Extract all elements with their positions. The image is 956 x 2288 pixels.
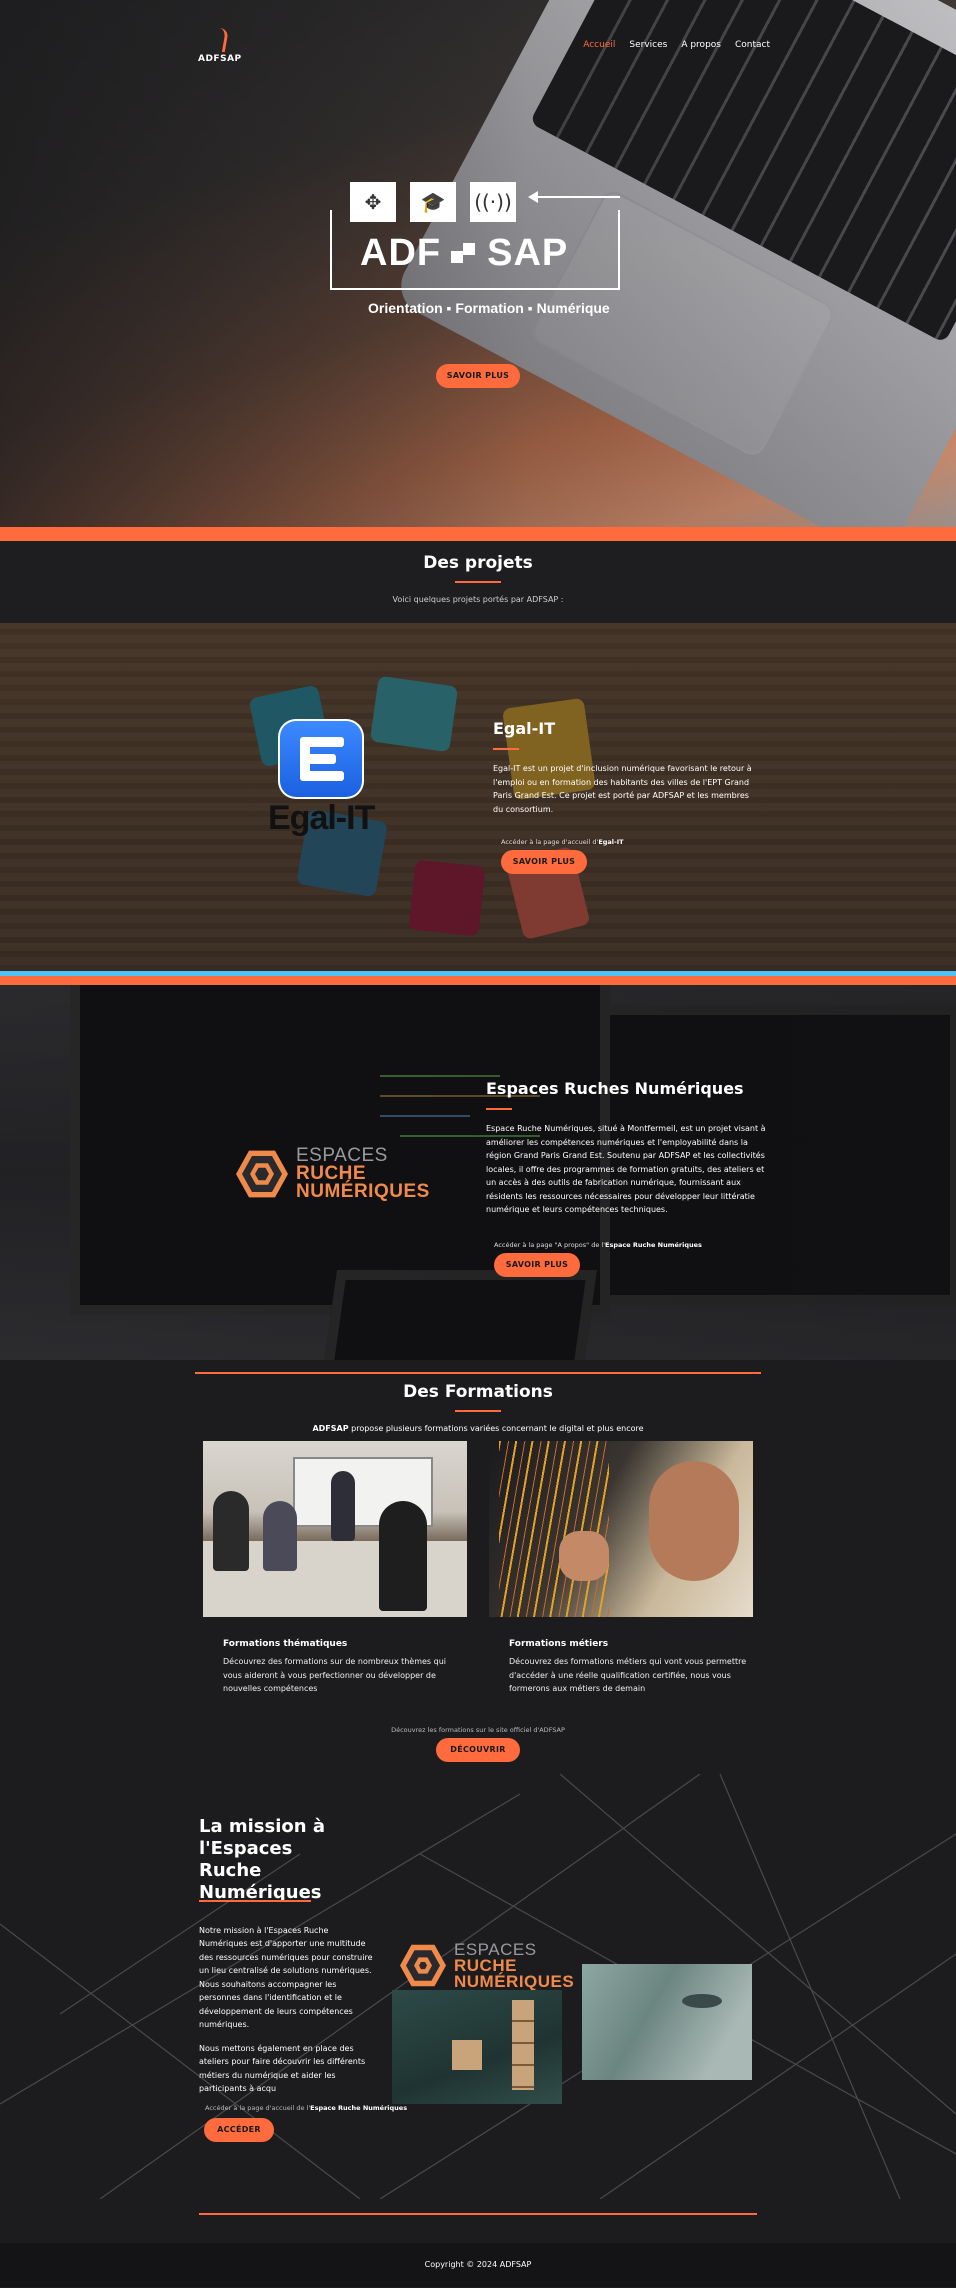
formation-card-title: Formations thématiques xyxy=(223,1639,348,1649)
formations-intro: ADFSAP propose plusieurs formations vari… xyxy=(312,1424,644,1433)
nav-item-services[interactable]: Services xyxy=(629,40,667,50)
mission-link-note: Accéder à la page d'accueil de l'Espace … xyxy=(205,2103,408,2112)
logo-left-text: ADF xyxy=(360,232,442,274)
projects-title: Des projets xyxy=(423,553,533,573)
ruche-title: Espaces Ruches Numériques xyxy=(486,1079,744,1098)
hero-tagline: Orientation ▪ Formation ▪ Numérique xyxy=(368,300,610,316)
egal-it-savoir-plus-button[interactable]: SAVOIR PLUS xyxy=(501,850,587,874)
nav-item-a-propos[interactable]: A propos xyxy=(681,40,721,50)
egal-it-icon xyxy=(278,719,365,799)
ruche-description: Espace Ruche Numériques, situé à Montfer… xyxy=(486,1124,766,1214)
face-photo xyxy=(582,1963,752,2080)
mission-section: La mission à l'Espaces Ruche Numériques … xyxy=(0,1773,956,2199)
acceder-button[interactable]: ACCÉDER xyxy=(204,2117,274,2142)
decouvrir-button[interactable]: DÉCOUVRIR xyxy=(436,1737,520,1762)
adfsap-hero-logo: ✥ 🎓 ((·)) ADF SAP Orientation ▪ Formatio… xyxy=(330,182,620,316)
hero-savoir-plus-button[interactable]: SAVOIR PLUS xyxy=(436,364,520,388)
egal-it-logo: Egal-IT xyxy=(268,719,375,838)
logo-right-text: SAP xyxy=(487,232,569,274)
orange-divider xyxy=(0,527,956,541)
formation-card: Formations métiers Découvrez des formati… xyxy=(489,1441,753,1696)
formation-card-title: Formations métiers xyxy=(509,1639,609,1649)
copyright-text: Copyright © 2024 ADFSAP xyxy=(424,2260,532,2269)
egal-it-logo-text: Egal-IT xyxy=(268,799,375,837)
hexagon-icon xyxy=(236,1148,288,1200)
formations-section: Des Formations ADFSAP propose plusieurs … xyxy=(0,1360,956,1762)
projects-subtitle: Voici quelques projets portés par ADFSAP… xyxy=(392,595,564,604)
puzzle-icon xyxy=(451,242,477,265)
egal-it-link-note: Accéder à la page d'accueil d'Egal-IT xyxy=(501,838,624,846)
classroom-photo xyxy=(203,1441,467,1617)
wooden-blocks-photo xyxy=(392,1989,562,2104)
footer: Copyright © 2024 ADFSAP xyxy=(0,2242,956,2287)
project-egal-it: Egal-IT Egal-IT Egal-IT est un projet d'… xyxy=(0,623,956,971)
egal-it-title: Egal-IT xyxy=(493,719,556,738)
ruche-savoir-plus-button[interactable]: SAVOIR PLUS xyxy=(494,1252,580,1277)
orange-divider-2 xyxy=(0,976,956,985)
brand-name: ADFSAP xyxy=(198,54,242,64)
formation-card-text: Découvrez des formations sur de nombreux… xyxy=(223,1657,447,1693)
hero-section: ADFSAP Accueil Services A propos Contact… xyxy=(0,0,956,527)
mission-paragraph-1: Notre mission à l'Espaces Ruche Numériqu… xyxy=(199,1925,373,2030)
arrow-icon xyxy=(528,191,620,203)
projects-header: Des projets Voici quelques projets porté… xyxy=(0,541,956,623)
espaces-ruche-logo-small: ESPACES RUCHE NUMÉRIQUES xyxy=(400,1941,574,1990)
formations-title: Des Formations xyxy=(403,1382,553,1402)
footer-divider xyxy=(199,2212,757,2215)
mission-paragraph-2: Nous mettons également en place des atel… xyxy=(199,2043,366,2094)
nav-item-accueil[interactable]: Accueil xyxy=(583,40,615,50)
mission-title: La mission à l'Espaces Ruche Numériques xyxy=(199,1815,325,1903)
ruche-link-note: Accéder à la page "A propos" de l'Espace… xyxy=(494,1240,702,1249)
formation-card-text: Découvrez des formations métiers qui von… xyxy=(509,1657,747,1693)
espaces-ruche-logo: ESPACES RUCHE NUMÉRIQUES xyxy=(236,1146,430,1201)
technician-photo xyxy=(489,1441,753,1617)
hexagon-icon xyxy=(400,1943,446,1989)
formations-note: Découvrez les formations sur le site off… xyxy=(391,1725,565,1734)
project-espaces-ruche: ESPACES RUCHE NUMÉRIQUES Espaces Ruches … xyxy=(0,985,956,1360)
brand-mark-icon xyxy=(210,28,229,52)
nav-item-contact[interactable]: Contact xyxy=(735,40,770,50)
egal-it-description: Egal-IT est un projet d'inclusion numéri… xyxy=(493,764,752,814)
brand-logo[interactable]: ADFSAP xyxy=(198,28,242,64)
main-nav: Accueil Services A propos Contact xyxy=(583,40,770,50)
formation-card: Formations thématiques Découvrez des for… xyxy=(203,1441,467,1696)
